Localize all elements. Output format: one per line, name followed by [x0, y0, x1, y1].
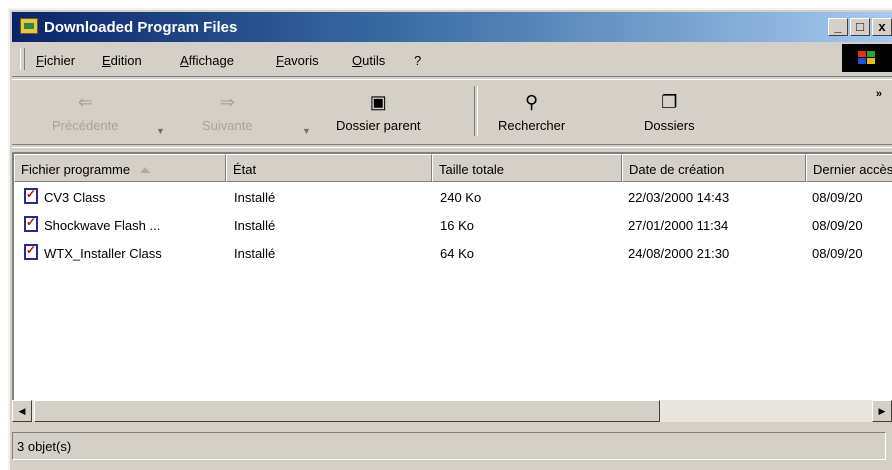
back-label: Précédente: [52, 118, 119, 133]
back-arrow-icon: ⇐: [77, 92, 93, 112]
table-row[interactable]: CV3 Class Installé 240 Ko 22/03/2000 14:…: [14, 184, 892, 212]
activex-control-icon: [24, 243, 38, 260]
sort-ascending-icon: [140, 167, 151, 173]
up-label: Dossier parent: [336, 118, 421, 133]
search-button[interactable]: ⚲ Rechercher: [498, 92, 565, 133]
cell-status: Installé: [234, 246, 276, 261]
folders-icon: ❐: [661, 92, 678, 112]
column-header-created[interactable]: Date de création: [622, 154, 806, 182]
toolbar-bottom-separator: [12, 144, 892, 148]
column-headers: Fichier programme État Taille totale Dat…: [14, 154, 892, 182]
cell-status: Installé: [234, 190, 276, 205]
activex-control-icon: [24, 187, 38, 204]
table-row[interactable]: WTX_Installer Class Installé 64 Ko 24/08…: [14, 240, 892, 268]
cell-last-access: 08/09/20: [812, 218, 863, 233]
back-button[interactable]: ⇐ Précédente: [52, 92, 119, 133]
cell-size: 64 Ko: [440, 246, 474, 261]
cell-created: 22/03/2000 14:43: [628, 190, 730, 205]
cell-created: 27/01/2000 11:34: [628, 218, 729, 233]
search-label: Rechercher: [498, 118, 566, 133]
menu-favoris[interactable]: Favoris: [276, 53, 319, 68]
search-icon: ⚲: [525, 92, 539, 112]
close-button[interactable]: x: [872, 18, 892, 36]
horizontal-scrollbar[interactable]: ◀ ▶: [12, 400, 892, 422]
column-header-last-access[interactable]: Dernier accès: [806, 154, 892, 182]
cell-created: 24/08/2000 21:30: [628, 246, 730, 261]
window-title: Downloaded Program Files: [44, 19, 238, 36]
forward-arrow-icon: ⇒: [219, 92, 235, 112]
toolbar: ⇐ Précédente ▼ ⇒ Suivante ▼ ▣ Dossier pa…: [12, 80, 892, 142]
forward-dropdown[interactable]: ▼: [302, 126, 311, 136]
cell-size: 16 Ko: [440, 218, 474, 233]
folder-icon: [20, 18, 38, 34]
folder-up-icon: ▣: [369, 92, 387, 112]
table-row[interactable]: Shockwave Flash ... Installé 16 Ko 27/01…: [14, 212, 892, 240]
minimize-button[interactable]: _: [828, 18, 848, 36]
status-bar: 3 objet(s): [12, 430, 892, 462]
menu-affichage[interactable]: Affichage: [180, 53, 234, 68]
menu-grip: [20, 48, 25, 70]
windows-logo: [842, 44, 892, 72]
folders-button[interactable]: ❐ Dossiers: [644, 92, 695, 133]
up-button[interactable]: ▣ Dossier parent: [336, 92, 421, 133]
toolbar-separator: [474, 86, 478, 136]
file-list[interactable]: Fichier programme État Taille totale Dat…: [12, 152, 892, 422]
cell-size: 240 Ko: [440, 190, 482, 205]
forward-label: Suivante: [202, 118, 253, 133]
menu-edition[interactable]: Edition: [102, 53, 142, 68]
column-header-size[interactable]: Taille totale: [432, 154, 622, 182]
activex-control-icon: [24, 215, 38, 232]
title-bar[interactable]: Downloaded Program Files _ □ x: [12, 12, 892, 42]
cell-last-access: 08/09/20: [812, 190, 863, 205]
status-text: 3 objet(s): [12, 432, 886, 460]
windows-flag-icon: [858, 51, 876, 65]
cell-name: CV3 Class: [44, 190, 106, 205]
cell-name: WTX_Installer Class: [44, 246, 162, 261]
back-dropdown[interactable]: ▼: [156, 126, 165, 136]
column-header-status[interactable]: État: [226, 154, 432, 182]
forward-button[interactable]: ⇒ Suivante: [202, 92, 253, 133]
toolbar-more-chevron-icon[interactable]: »: [876, 88, 882, 100]
column-header-name[interactable]: Fichier programme: [14, 154, 226, 182]
menu-outils[interactable]: Outils: [352, 53, 385, 68]
scrollbar-thumb[interactable]: [34, 400, 660, 422]
menu-help[interactable]: ?: [414, 53, 421, 68]
menu-fichier[interactable]: Fichier: [36, 53, 75, 68]
maximize-button[interactable]: □: [850, 18, 870, 36]
folders-label: Dossiers: [644, 118, 695, 133]
scroll-left-arrow-icon[interactable]: ◀: [12, 400, 32, 422]
cell-status: Installé: [234, 218, 276, 233]
scroll-right-arrow-icon[interactable]: ▶: [872, 400, 892, 422]
menu-bar: Fichier Edition Affichage Favoris Outils…: [12, 44, 892, 74]
cell-last-access: 08/09/20: [812, 246, 863, 261]
cell-name: Shockwave Flash ...: [44, 218, 161, 233]
